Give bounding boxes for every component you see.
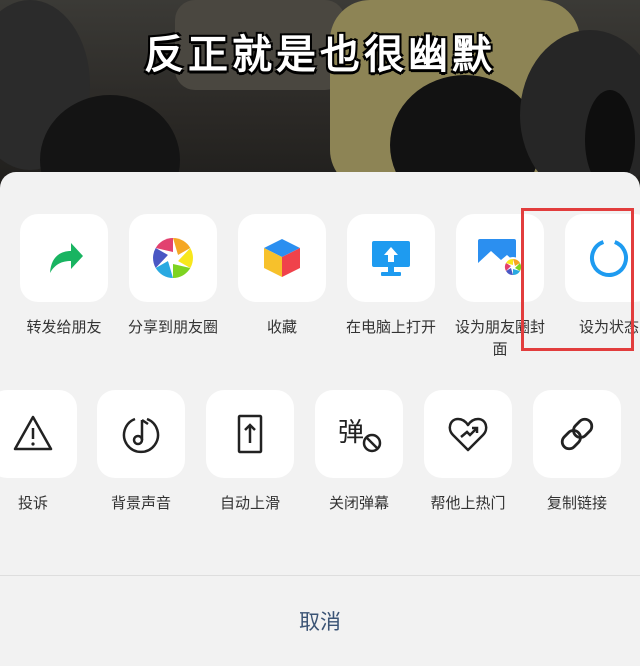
action-item-label: 帮他上热门	[430, 494, 506, 512]
share-item-forward[interactable]: 转发给朋友	[19, 214, 109, 338]
action-item-close-danmaku[interactable]: 弹 关闭弹幕	[314, 390, 404, 514]
forward-arrow-icon	[50, 243, 83, 273]
share-item-moments[interactable]: 分享到朋友圈	[128, 214, 218, 338]
share-item-label: 收藏	[266, 318, 297, 336]
warning-triangle-icon	[13, 415, 53, 451]
copy-link-highlight-box	[521, 208, 634, 351]
favorites-cube-icon	[264, 239, 300, 277]
share-item-label: 分享到朋友圈	[128, 318, 219, 336]
heart-boost-icon	[448, 417, 488, 452]
share-item-label: 在电脑上打开	[346, 318, 437, 336]
action-item-label: 复制链接	[546, 494, 607, 512]
computer-upload-icon	[372, 241, 410, 276]
action-item-label: 投诉	[17, 494, 48, 512]
image-aperture-icon	[478, 239, 523, 277]
action-item-auto-scroll[interactable]: 自动上滑	[205, 390, 295, 514]
danmaku-off-icon: 弹	[338, 418, 382, 453]
video-subtitle: 反正就是也很幽默	[144, 32, 496, 78]
action-item-label: 背景声音	[110, 494, 171, 512]
link-icon	[560, 417, 594, 451]
auto-scroll-icon	[237, 414, 263, 454]
svg-text:弹: 弹	[338, 418, 364, 448]
action-item-label: 关闭弹幕	[328, 494, 389, 512]
action-item-label: 自动上滑	[219, 494, 280, 512]
video-background: 反正就是也很幽默	[0, 0, 640, 200]
music-note-icon	[122, 417, 160, 454]
action-item-report[interactable]: 投诉	[0, 390, 78, 514]
cancel-button[interactable]: 取消	[0, 576, 640, 666]
share-item-open-on-pc[interactable]: 在电脑上打开	[346, 214, 436, 338]
moments-aperture-icon	[153, 238, 193, 278]
share-item-favorites[interactable]: 收藏	[237, 214, 327, 338]
action-item-bg-sound[interactable]: 背景声音	[96, 390, 186, 514]
action-item-boost[interactable]: 帮他上热门	[423, 390, 513, 514]
action-item-copy-link[interactable]: 复制链接	[532, 390, 622, 514]
share-item-label: 转发给朋友	[26, 318, 102, 336]
